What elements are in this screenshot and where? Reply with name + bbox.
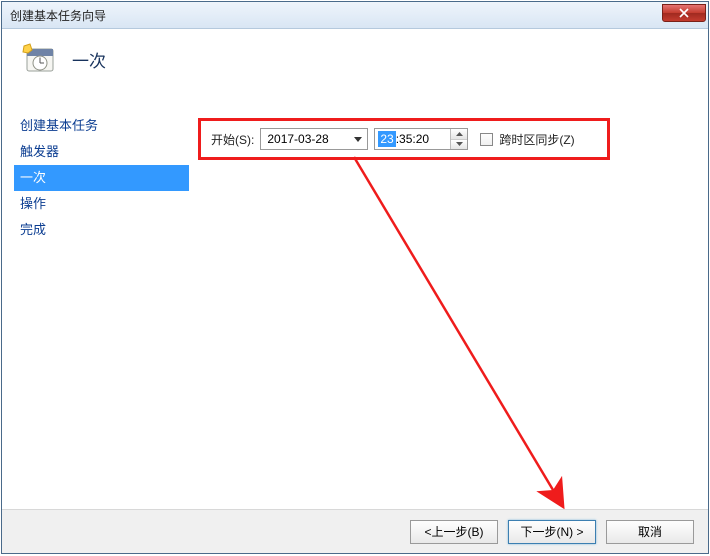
date-value: 2017-03-28 xyxy=(261,132,349,146)
wizard-icon xyxy=(20,41,56,77)
start-label: 开始(S): xyxy=(211,131,254,148)
tz-sync-checkbox[interactable] xyxy=(480,133,493,146)
close-button[interactable] xyxy=(662,4,706,22)
time-hour-selected: 23 xyxy=(378,131,395,147)
date-picker[interactable]: 2017-03-28 xyxy=(260,128,368,150)
time-spinner xyxy=(450,129,467,149)
window-title: 创建基本任务向导 xyxy=(10,7,106,24)
titlebar: 创建基本任务向导 xyxy=(2,2,708,29)
cancel-button[interactable]: 取消 xyxy=(606,520,694,544)
wizard-sidebar: 创建基本任务 触发器 一次 操作 完成 xyxy=(14,113,189,243)
sidebar-item-finish[interactable]: 完成 xyxy=(14,217,189,243)
spinner-down-button[interactable] xyxy=(451,140,467,150)
close-icon xyxy=(679,8,689,18)
chevron-down-icon xyxy=(354,137,362,142)
back-button[interactable]: <上一步(B) xyxy=(410,520,498,544)
time-rest: :35:20 xyxy=(396,132,429,146)
date-dropdown-button[interactable] xyxy=(349,129,367,149)
sidebar-item-action[interactable]: 操作 xyxy=(14,191,189,217)
spinner-up-button[interactable] xyxy=(451,129,467,140)
chevron-up-icon xyxy=(456,132,463,136)
content-area: 开始(S): 2017-03-28 23:35:20 xyxy=(198,118,688,160)
time-picker[interactable]: 23:35:20 xyxy=(374,128,468,150)
wizard-footer: <上一步(B) 下一步(N) > 取消 xyxy=(2,509,708,553)
tz-sync-label: 跨时区同步(Z) xyxy=(499,131,574,148)
chevron-down-icon xyxy=(456,142,463,146)
page-title: 一次 xyxy=(72,47,106,72)
sidebar-item-trigger[interactable]: 触发器 xyxy=(14,139,189,165)
next-button[interactable]: 下一步(N) > xyxy=(508,520,596,544)
highlight-box: 开始(S): 2017-03-28 23:35:20 xyxy=(198,118,610,160)
sidebar-item-create-task[interactable]: 创建基本任务 xyxy=(14,113,189,139)
wizard-header: 一次 xyxy=(2,29,708,89)
sidebar-item-once[interactable]: 一次 xyxy=(14,165,189,191)
